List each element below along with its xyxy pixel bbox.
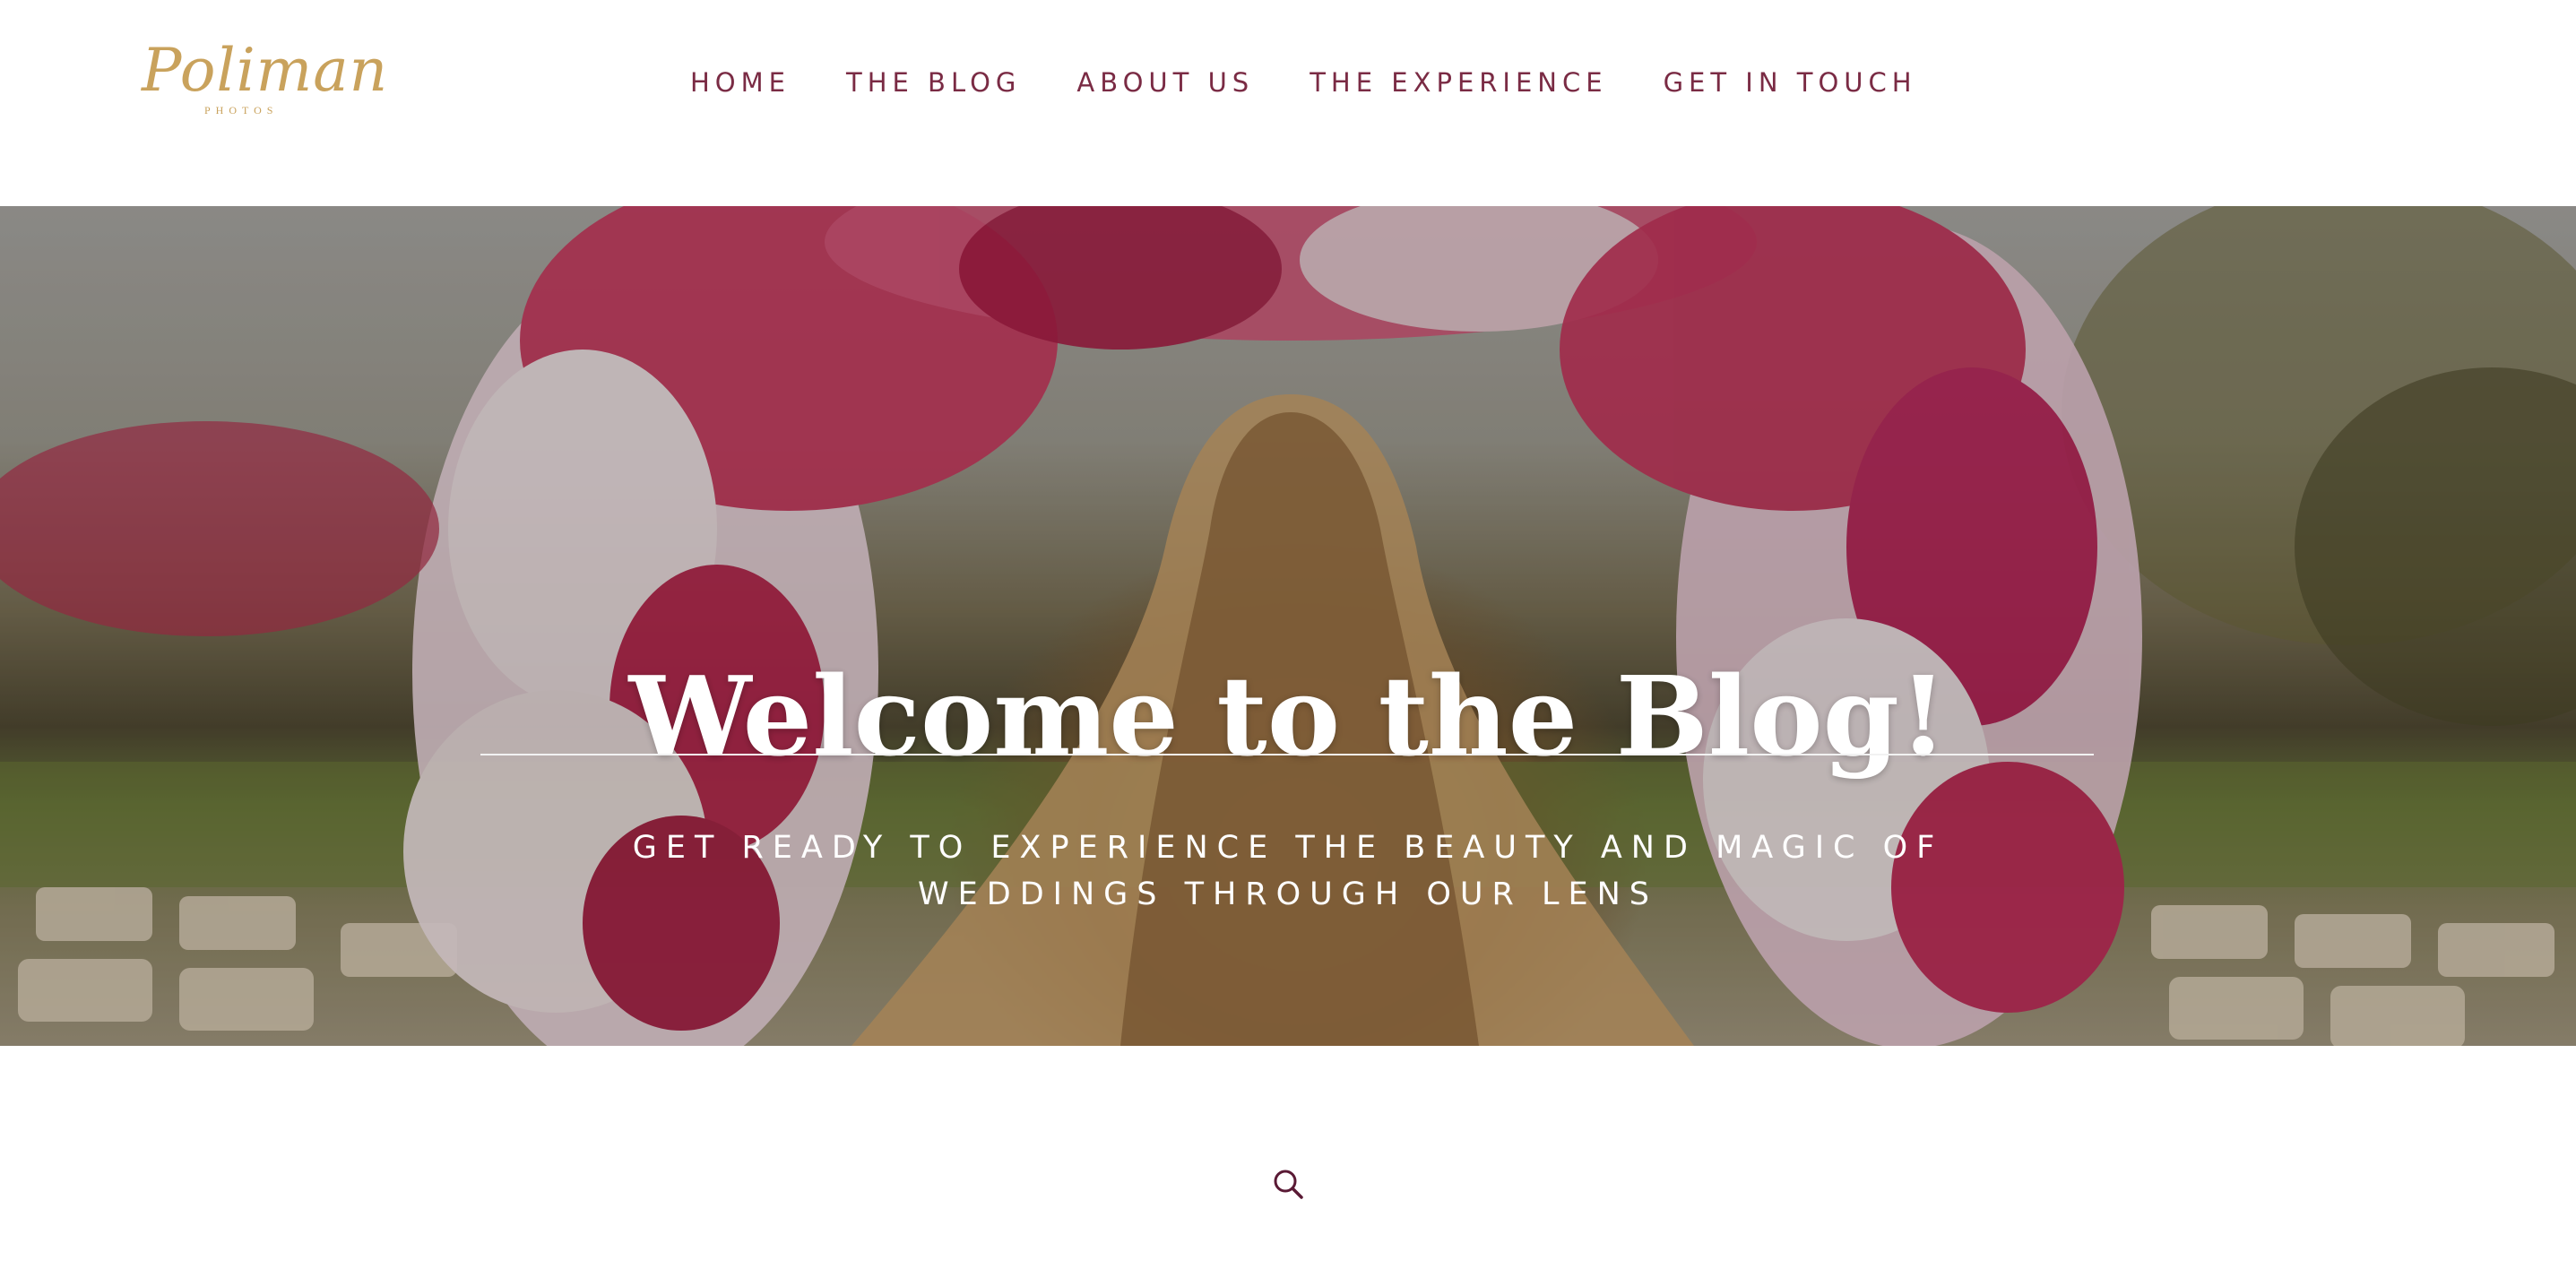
logo-subtext: PHOTOS — [204, 104, 279, 117]
search-button[interactable] — [1271, 1167, 1307, 1203]
page: Poliman PHOTOS HOME THE BLOG ABOUT US TH… — [0, 0, 2576, 1269]
hero-divider — [480, 754, 2094, 755]
logo-script-text: Poliman — [142, 36, 389, 105]
hero-subtitle: GET READY TO EXPERIENCE THE BEAUTY AND M… — [632, 830, 1944, 912]
hero-banner: Welcome to the Blog! GET READY TO EXPERI… — [0, 206, 2576, 1046]
site-logo[interactable]: Poliman PHOTOS — [136, 36, 387, 125]
nav-item-the-experience[interactable]: THE EXPERIENCE — [1310, 67, 1607, 98]
main-nav: HOME THE BLOG ABOUT US THE EXPERIENCE GE… — [690, 63, 1917, 102]
hero-overlay — [0, 206, 2576, 1046]
site-header: Poliman PHOTOS HOME THE BLOG ABOUT US TH… — [0, 0, 2576, 206]
nav-item-about-us[interactable]: ABOUT US — [1076, 67, 1254, 98]
search-icon — [1274, 1170, 1303, 1199]
nav-item-the-blog[interactable]: THE BLOG — [846, 67, 1021, 98]
hero-title: Welcome to the Blog! — [628, 651, 1948, 781]
nav-item-get-in-touch[interactable]: GET IN TOUCH — [1664, 67, 1917, 98]
nav-item-home[interactable]: HOME — [690, 67, 791, 98]
